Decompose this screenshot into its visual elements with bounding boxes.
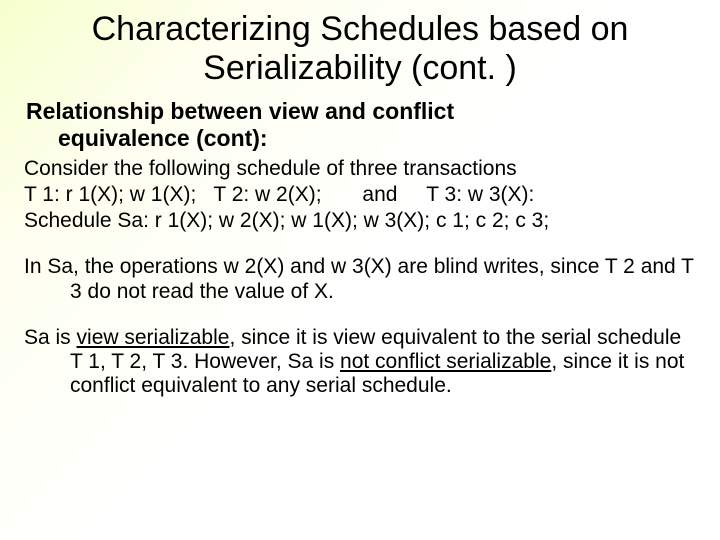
slide: Characterizing Schedules based on Serial… xyxy=(0,0,720,540)
subheading: Relationship between view and conflict e… xyxy=(24,98,696,151)
consider-text: Consider the following schedule of three… xyxy=(24,157,696,181)
schedule-sa-line: Schedule Sa: r 1(X); w 2(X); w 1(X); w 3… xyxy=(24,209,696,233)
subheading-line2: equivalence (cont): xyxy=(26,125,696,151)
slide-title: Characterizing Schedules based on Serial… xyxy=(24,10,696,88)
not-conflict-serializable-term: not conflict serializable xyxy=(340,350,551,373)
transactions-line: T 1: r 1(X); w 1(X); T 2: w 2(X); and T … xyxy=(24,183,696,207)
conclusion-part-a: Sa is xyxy=(24,326,77,349)
view-serializable-term: view serializable xyxy=(77,326,230,349)
conclusion-paragraph: Sa is view serializable, since it is vie… xyxy=(24,326,696,398)
subheading-line1: Relationship between view and conflict xyxy=(26,98,454,124)
blind-writes-paragraph: In Sa, the operations w 2(X) and w 3(X) … xyxy=(24,255,696,303)
